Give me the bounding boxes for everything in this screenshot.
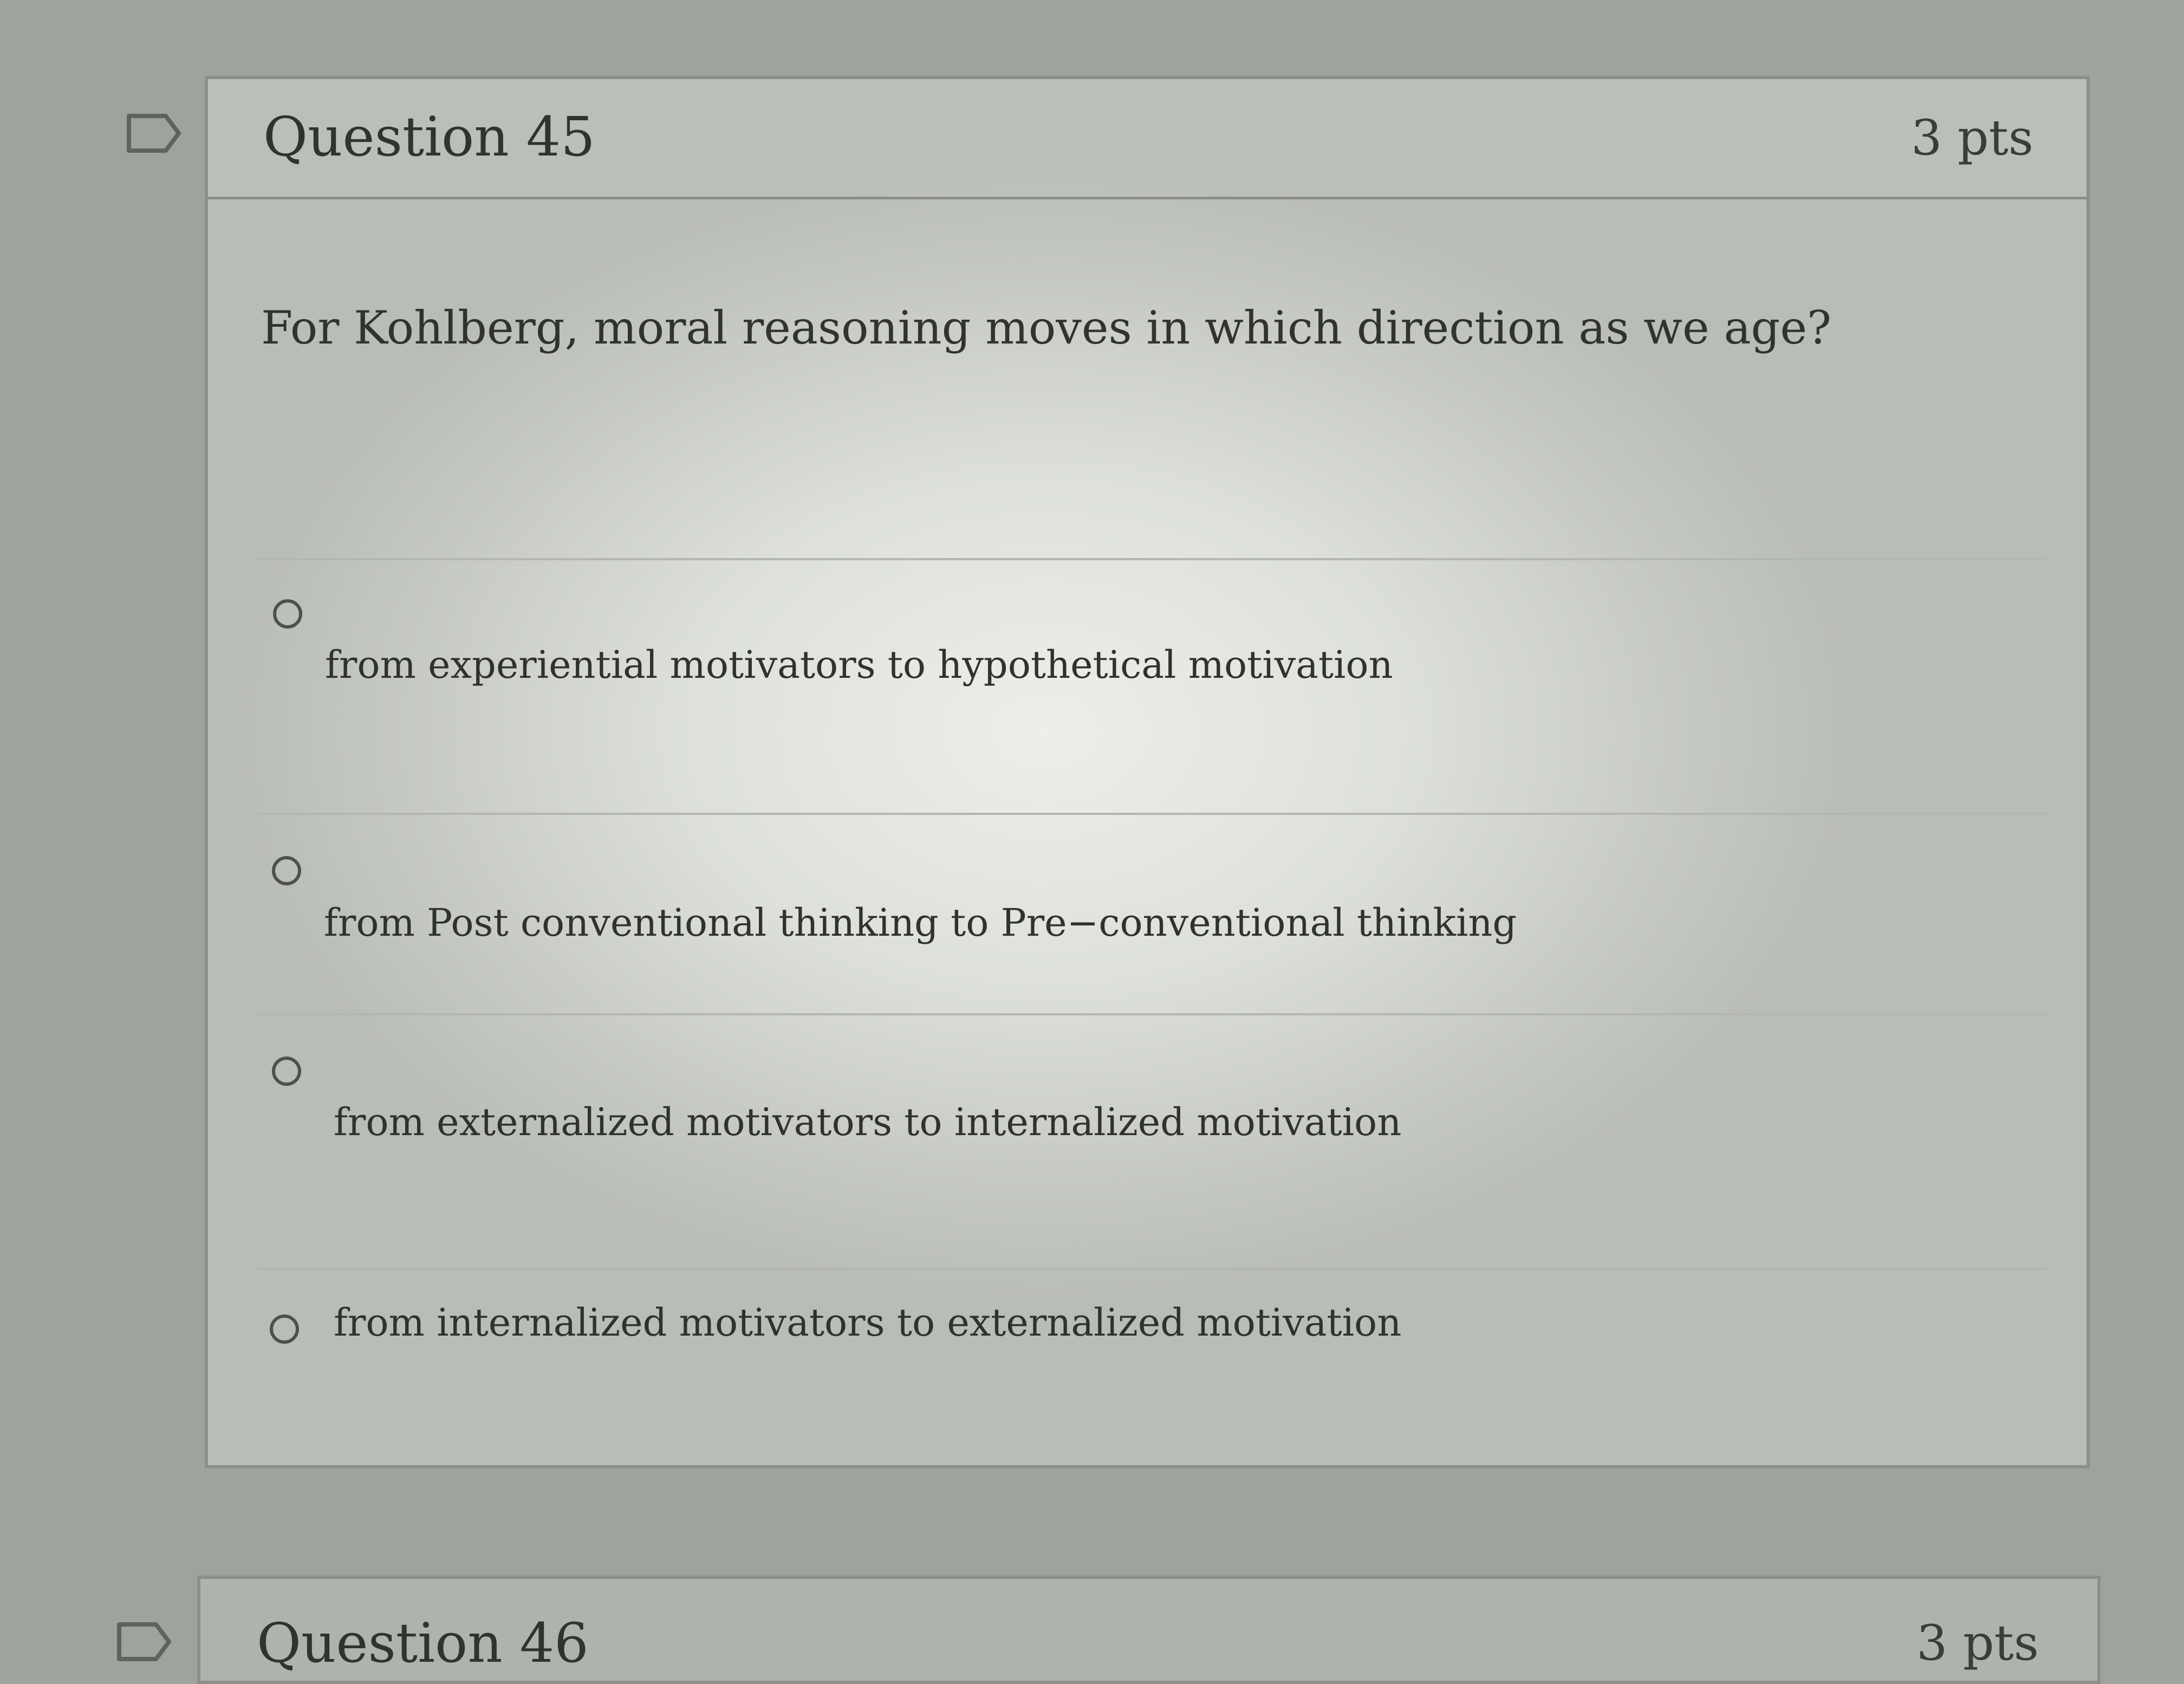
answer-label-3[interactable]: from externalized motivators to internal…	[334, 1100, 1401, 1144]
question-points: 3 pts	[1911, 109, 2033, 166]
flag-question-icon[interactable]	[116, 1620, 172, 1663]
answer-label-2[interactable]: from Post conventional thinking to Pre−c…	[324, 901, 1517, 945]
answer-divider	[258, 558, 2045, 560]
next-question-card: Question 46 3 pts	[197, 1576, 2101, 1684]
answer-radio-2[interactable]	[272, 856, 301, 885]
answer-radio-4[interactable]	[270, 1314, 299, 1344]
next-question-title: Question 46	[257, 1611, 589, 1675]
answer-radio-1[interactable]	[273, 599, 302, 629]
answer-divider	[258, 1268, 2045, 1270]
flag-question-icon[interactable]	[126, 112, 182, 155]
question-card: Question 45 3 pts For Kohlberg, moral re…	[205, 76, 2090, 1468]
question-title: Question 45	[263, 105, 595, 169]
answer-label-4[interactable]: from internalized motivators to external…	[334, 1300, 1401, 1345]
question-text: For Kohlberg, moral reasoning moves in w…	[261, 301, 1832, 354]
answer-radio-3[interactable]	[272, 1057, 301, 1086]
question-header: Question 45 3 pts	[208, 79, 2086, 199]
answer-divider	[258, 813, 2045, 815]
answer-label-1[interactable]: from experiential motivators to hypothet…	[325, 643, 1393, 687]
answer-divider	[258, 1013, 2045, 1015]
next-question-points: 3 pts	[1916, 1615, 2039, 1672]
